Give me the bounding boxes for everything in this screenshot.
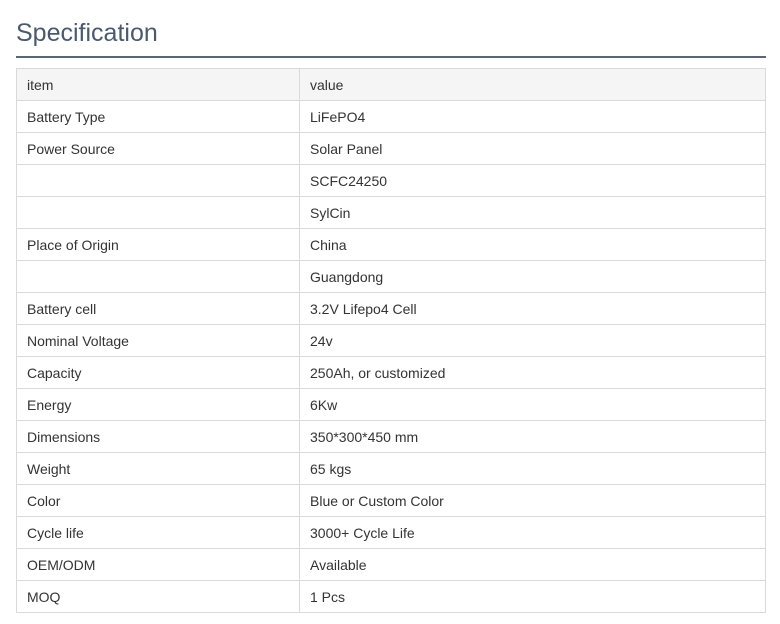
row-item-cell: OEM/ODM <box>16 548 300 581</box>
table-row: Dimensions 350*300*450 mm <box>16 420 766 453</box>
table-row: Energy 6Kw <box>16 388 766 421</box>
specification-table: item value Battery Type LiFePO4 Power So… <box>16 68 766 613</box>
row-value-cell: Guangdong <box>299 260 766 293</box>
table-header-row: item value <box>16 68 766 101</box>
row-value-cell: China <box>299 228 766 261</box>
row-value-cell: 65 kgs <box>299 452 766 485</box>
section-title: Specification <box>16 19 158 47</box>
row-item-cell <box>16 164 300 197</box>
row-item-cell <box>16 196 300 229</box>
row-value-cell: 3000+ Cycle Life <box>299 516 766 549</box>
row-item-cell: Weight <box>16 452 300 485</box>
row-value-cell: 6Kw <box>299 388 766 421</box>
table-row: Battery Type LiFePO4 <box>16 100 766 133</box>
row-value-cell: SCFC24250 <box>299 164 766 197</box>
row-item-cell: Dimensions <box>16 420 300 453</box>
table-row: Nominal Voltage 24v <box>16 324 766 357</box>
row-item-cell: Cycle life <box>16 516 300 549</box>
row-value-cell: 350*300*450 mm <box>299 420 766 453</box>
row-item-cell <box>16 260 300 293</box>
row-value-cell: 1 Pcs <box>299 580 766 613</box>
table-row: SylCin <box>16 196 766 229</box>
header-item-cell: item <box>16 68 300 101</box>
row-item-cell: Place of Origin <box>16 228 300 261</box>
row-value-cell: Blue or Custom Color <box>299 484 766 517</box>
row-item-cell: Capacity <box>16 356 300 389</box>
row-value-cell: Solar Panel <box>299 132 766 165</box>
table-row: Weight 65 kgs <box>16 452 766 485</box>
row-value-cell: SylCin <box>299 196 766 229</box>
table-row: MOQ 1 Pcs <box>16 580 766 613</box>
row-value-cell: 24v <box>299 324 766 357</box>
row-value-cell: LiFePO4 <box>299 100 766 133</box>
header-value-cell: value <box>299 68 766 101</box>
row-item-cell: MOQ <box>16 580 300 613</box>
row-item-cell: Power Source <box>16 132 300 165</box>
table-row: Capacity 250Ah, or customized <box>16 356 766 389</box>
row-item-cell: Energy <box>16 388 300 421</box>
table-row: Guangdong <box>16 260 766 293</box>
row-item-cell: Nominal Voltage <box>16 324 300 357</box>
row-value-cell: 250Ah, or customized <box>299 356 766 389</box>
row-item-cell: Battery Type <box>16 100 300 133</box>
table-row: Battery cell 3.2V Lifepo4 Cell <box>16 292 766 325</box>
row-item-cell: Color <box>16 484 300 517</box>
row-value-cell: Available <box>299 548 766 581</box>
title-divider <box>16 56 766 58</box>
row-item-cell: Battery cell <box>16 292 300 325</box>
table-row: Color Blue or Custom Color <box>16 484 766 517</box>
table-row: SCFC24250 <box>16 164 766 197</box>
table-row: OEM/ODM Available <box>16 548 766 581</box>
table-row: Power Source Solar Panel <box>16 132 766 165</box>
table-row: Place of Origin China <box>16 228 766 261</box>
row-value-cell: 3.2V Lifepo4 Cell <box>299 292 766 325</box>
table-row: Cycle life 3000+ Cycle Life <box>16 516 766 549</box>
